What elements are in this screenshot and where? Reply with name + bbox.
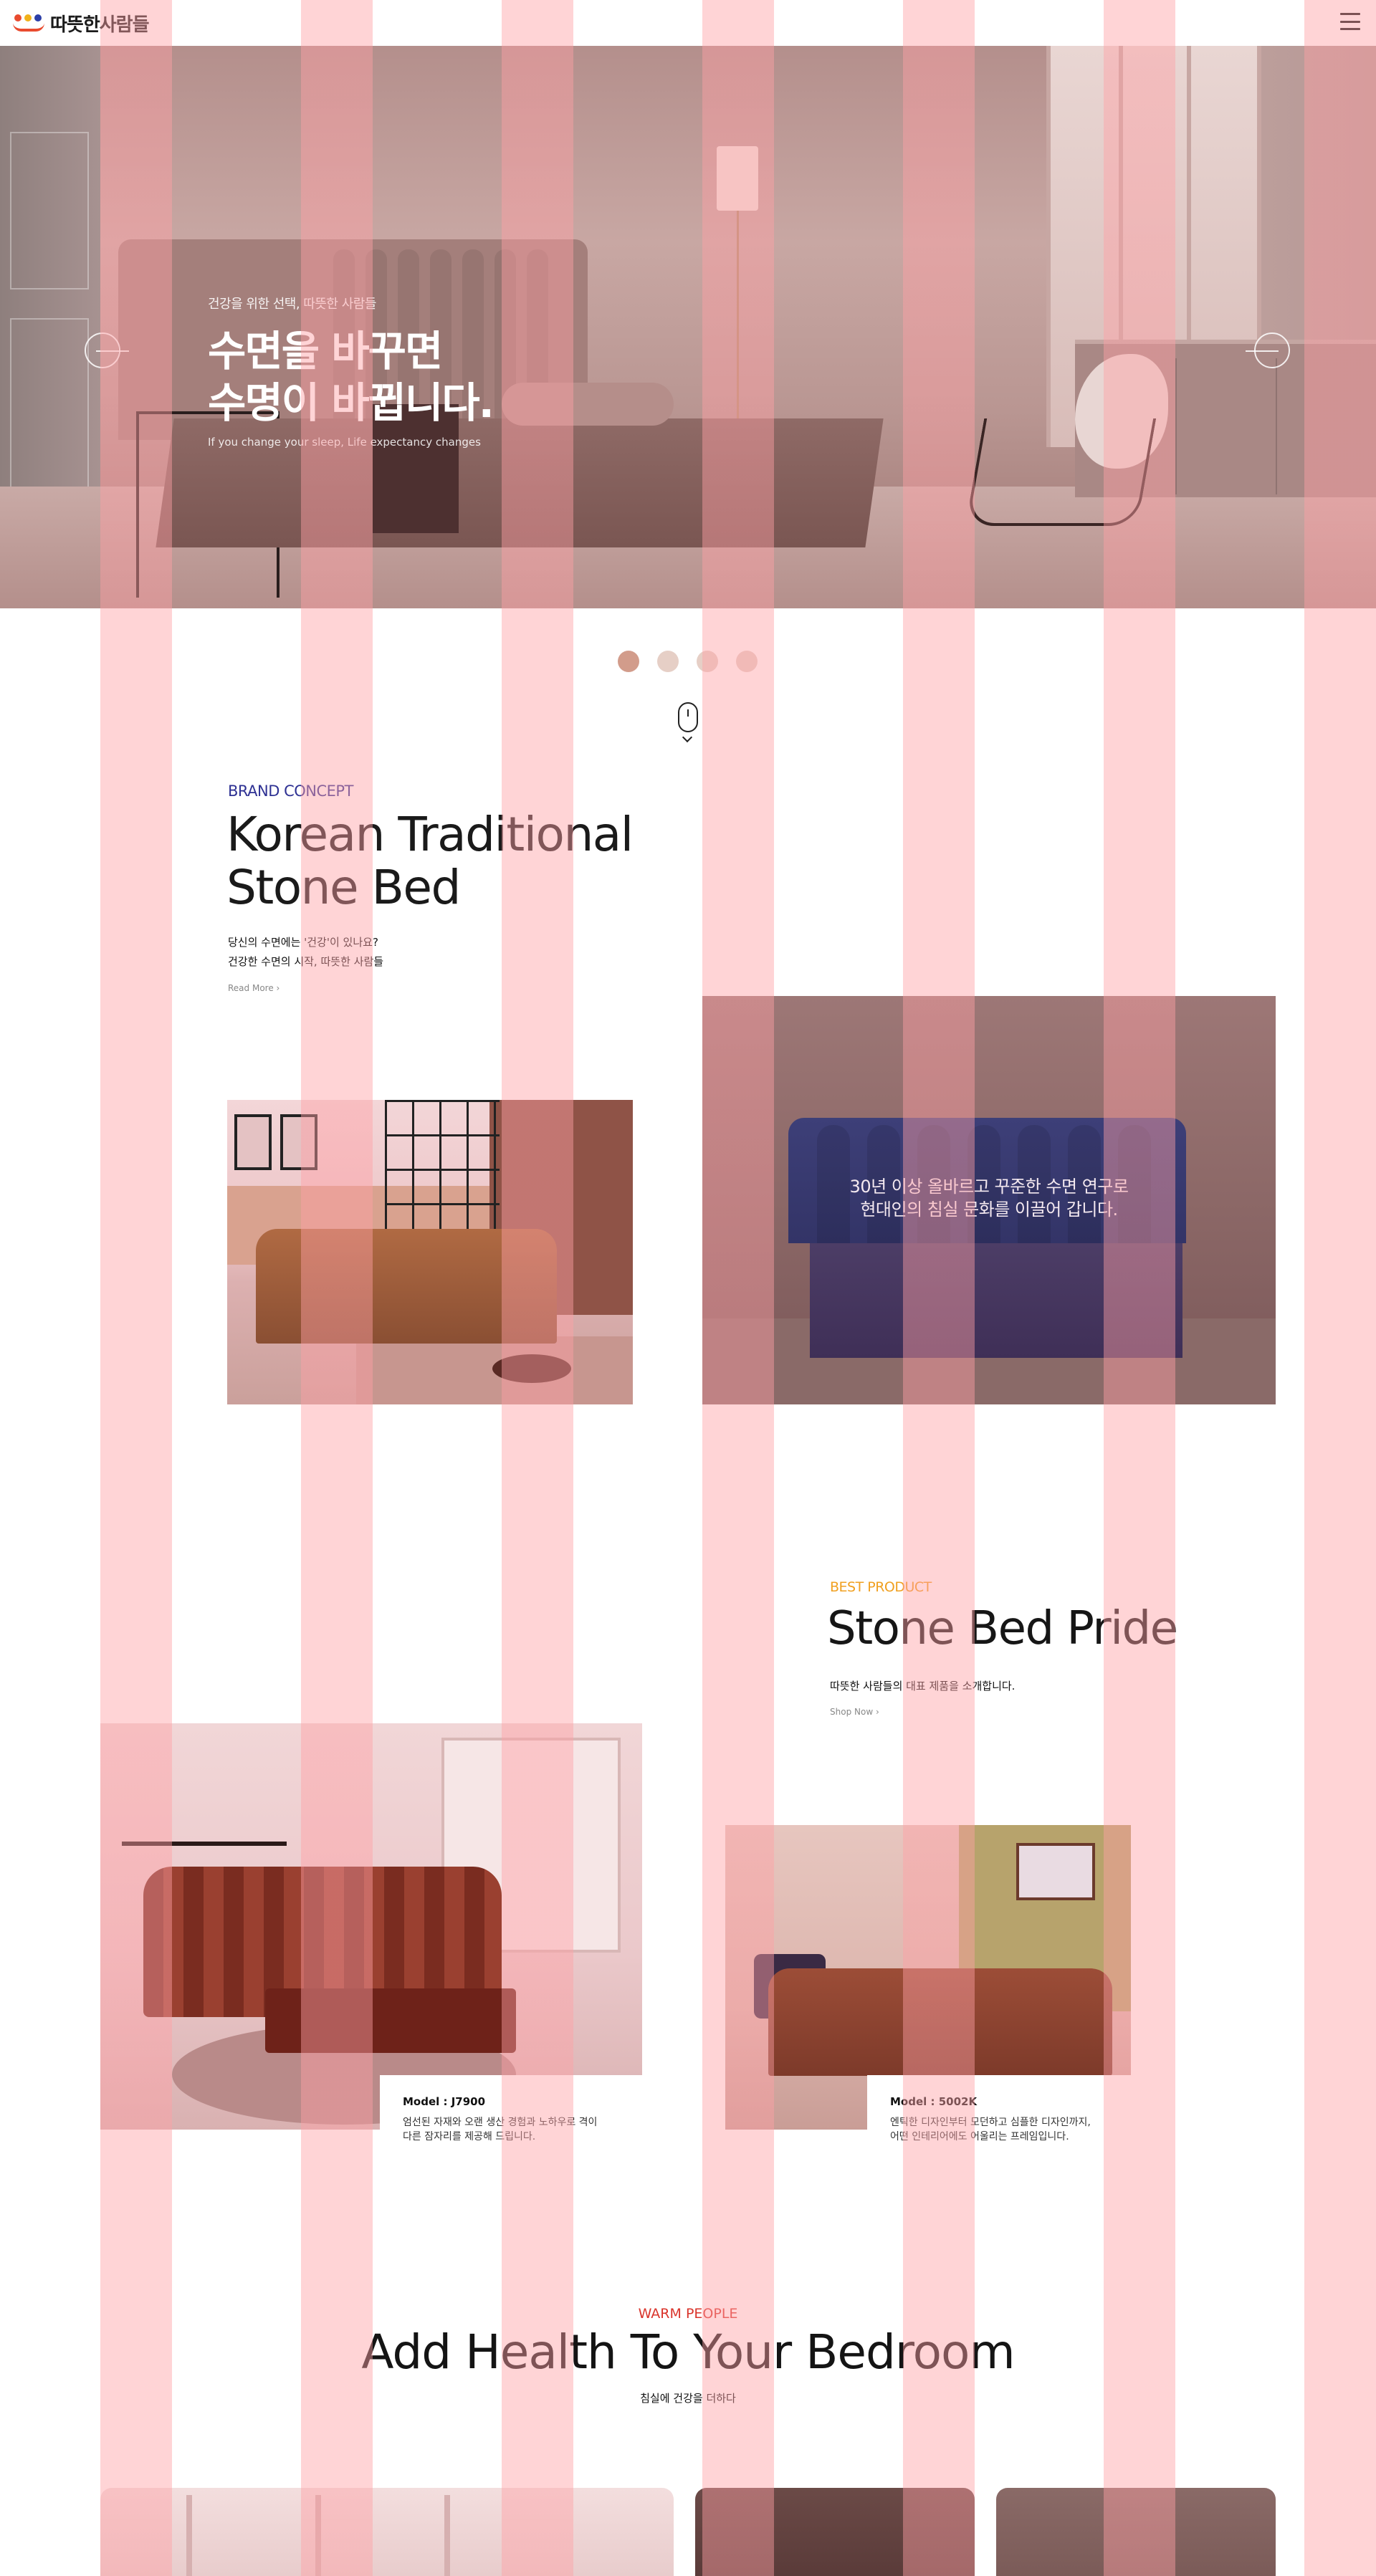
hero-pillows: [502, 383, 674, 426]
bedroom-card-3[interactable]: [996, 2488, 1276, 2576]
hero-chair: [965, 418, 1157, 526]
hero-title-line1: 수면을 바꾸면: [208, 327, 443, 375]
read-more-link[interactable]: Read More ›: [228, 983, 280, 993]
shop-now-link[interactable]: Shop Now ›: [830, 1707, 879, 1717]
brand-concept-title: Korean Traditional Stone Bed: [226, 808, 771, 914]
arrow-right-circle-icon[interactable]: [1246, 332, 1290, 368]
hero-text: 건강을 위한 선택, 따뜻한 사람들 수면을 바꾸면 수명이 바뀝니다. If …: [208, 294, 494, 449]
navy-bed-caption-line1: 30년 이상 올바르고 꾸준한 수면 연구로: [849, 1177, 1129, 1197]
navy-bed-caption: 30년 이상 올바르고 꾸준한 수면 연구로 현대인의 침실 문화를 이끌어 갑…: [702, 1175, 1276, 1221]
arrow-left-circle-icon[interactable]: [85, 332, 129, 368]
warm-people-subtitle: 침실에 건강을 더하다: [640, 2392, 736, 2405]
brand-concept-title-line2: Stone Bed: [226, 860, 461, 915]
brand-concept-title-line1: Korean Traditional: [226, 807, 634, 862]
hamburger-menu-icon[interactable]: [1340, 13, 1360, 30]
mouse-scroll-icon[interactable]: [678, 702, 698, 745]
site-header: 따뜻한사람들: [0, 0, 1376, 46]
best-product-title: Stone Bed Pride: [827, 1602, 1178, 1655]
bedroom-card-1[interactable]: [100, 2488, 674, 2576]
slider-dot-2[interactable]: [657, 651, 679, 672]
hero-subtitle: 건강을 위한 선택, 따뜻한 사람들: [208, 297, 376, 312]
product-caption-5002k: Model : 5002K 엔틱한 디자인부터 모던하고 심플한 디자인까지, …: [867, 2075, 1140, 2154]
warm-people-eyebrow: WARM PEOPLE: [638, 2306, 738, 2322]
hero-english: If you change your sleep, Life expectanc…: [208, 436, 481, 449]
slider-dot-3[interactable]: [697, 651, 718, 672]
brand-concept-desc-line1: 당신의 수면에는 '건강'이 있나요?: [228, 936, 378, 949]
product-model: Model : 5002K: [890, 2095, 978, 2108]
logo-mark-icon: [13, 13, 44, 33]
brand-concept-desc-line2: 건강한 수면의 시작, 따뜻한 사람들: [228, 955, 384, 968]
navy-bed-image: 30년 이상 올바르고 꾸준한 수면 연구로 현대인의 침실 문화를 이끌어 갑…: [702, 996, 1276, 1404]
slider-dot-1[interactable]: [618, 651, 639, 672]
navy-bed-caption-line2: 현대인의 침실 문화를 이끌어 갑니다.: [860, 1200, 1118, 1220]
bedroom-card-2[interactable]: [695, 2488, 975, 2576]
chevron-down-icon: [682, 732, 693, 743]
brand-concept-desc: 당신의 수면에는 '건강'이 있나요? 건강한 수면의 시작, 따뜻한 사람들: [228, 933, 383, 972]
hero-title-line2: 수명이 바뀝니다.: [208, 378, 494, 427]
hero-slider: 건강을 위한 선택, 따뜻한 사람들 수면을 바꾸면 수명이 바뀝니다. If …: [0, 46, 1376, 608]
brand-concept-eyebrow: BRAND CONCEPT: [228, 782, 353, 800]
product-desc-line1: 엄선된 자재와 오랜 생산 경험과 노하우로 격이: [403, 2117, 598, 2128]
product-image-j7900[interactable]: [100, 1723, 642, 2130]
product-caption-j7900: Model : J7900 엄선된 자재와 오랜 생산 경험과 노하우로 격이 …: [380, 2075, 652, 2154]
product-desc-line2: 다른 잠자리를 제공해 드립니다.: [403, 2131, 536, 2142]
slider-dot-4[interactable]: [736, 651, 758, 672]
hero-lamp: [717, 146, 758, 211]
product-desc-line1: 엔틱한 디자인부터 모던하고 심플한 디자인까지,: [890, 2117, 1091, 2128]
warm-people-title: Add Health To Your Bedroom: [361, 2324, 1015, 2380]
product-model: Model : J7900: [403, 2095, 486, 2108]
best-product-eyebrow: BEST PRODUCT: [830, 1579, 932, 1595]
logo-text: 따뜻한사람들: [50, 14, 150, 36]
oak-bed-image: [227, 1100, 633, 1404]
best-product-desc: 따뜻한 사람들의 대표 제품을 소개합니다.: [830, 1680, 1016, 1692]
slider-pagination: [618, 651, 758, 672]
product-desc: 엔틱한 디자인부터 모던하고 심플한 디자인까지, 어떤 인테리어에도 어울리는…: [890, 2115, 1140, 2144]
product-desc-line2: 어떤 인테리어에도 어울리는 프레임입니다.: [890, 2131, 1069, 2142]
logo[interactable]: 따뜻한사람들: [13, 10, 150, 36]
product-desc: 엄선된 자재와 오랜 생산 경험과 노하우로 격이 다른 잠자리를 제공해 드립…: [403, 2115, 652, 2144]
hero-title: 수면을 바꾸면 수명이 바뀝니다.: [208, 325, 494, 428]
